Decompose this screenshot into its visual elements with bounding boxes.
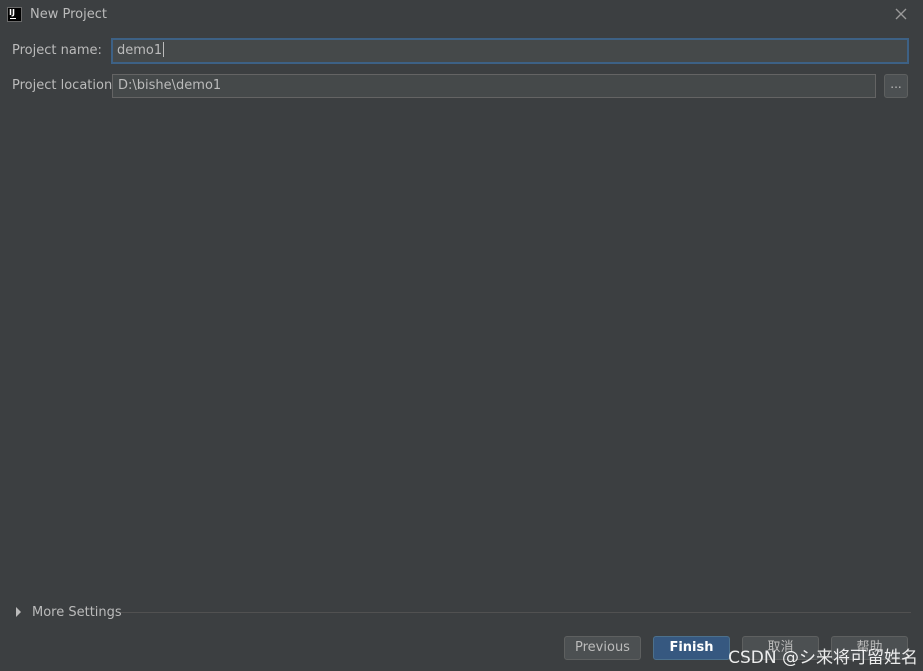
- more-settings-label: More Settings: [32, 604, 122, 620]
- project-location-input[interactable]: D:\bishe\demo1: [112, 74, 876, 98]
- intellij-idea-icon: IJ: [7, 7, 22, 22]
- close-button[interactable]: [893, 6, 909, 22]
- more-settings-separator: [121, 612, 911, 613]
- text-caret: [163, 42, 165, 57]
- window-title: New Project: [30, 7, 107, 22]
- project-name-value: demo1: [117, 43, 163, 58]
- new-project-dialog: IJ New Project Project name: demo1 Proje…: [0, 0, 923, 671]
- project-name-input[interactable]: demo1: [111, 38, 909, 64]
- more-settings-toggle[interactable]: More Settings: [16, 603, 122, 621]
- browse-location-button[interactable]: ...: [884, 74, 908, 98]
- previous-button[interactable]: Previous: [564, 636, 641, 660]
- project-location-value: D:\bishe\demo1: [118, 78, 222, 93]
- app-icon-text: IJ: [9, 8, 15, 17]
- triangle-right-icon: [16, 607, 21, 617]
- csdn-watermark: CSDN @シ来将可留姓名: [728, 648, 918, 668]
- project-location-label: Project location:: [12, 78, 117, 93]
- title-bar: IJ New Project: [0, 0, 923, 29]
- finish-button[interactable]: Finish: [653, 636, 730, 660]
- close-icon: [895, 8, 907, 20]
- project-name-label: Project name:: [12, 43, 102, 58]
